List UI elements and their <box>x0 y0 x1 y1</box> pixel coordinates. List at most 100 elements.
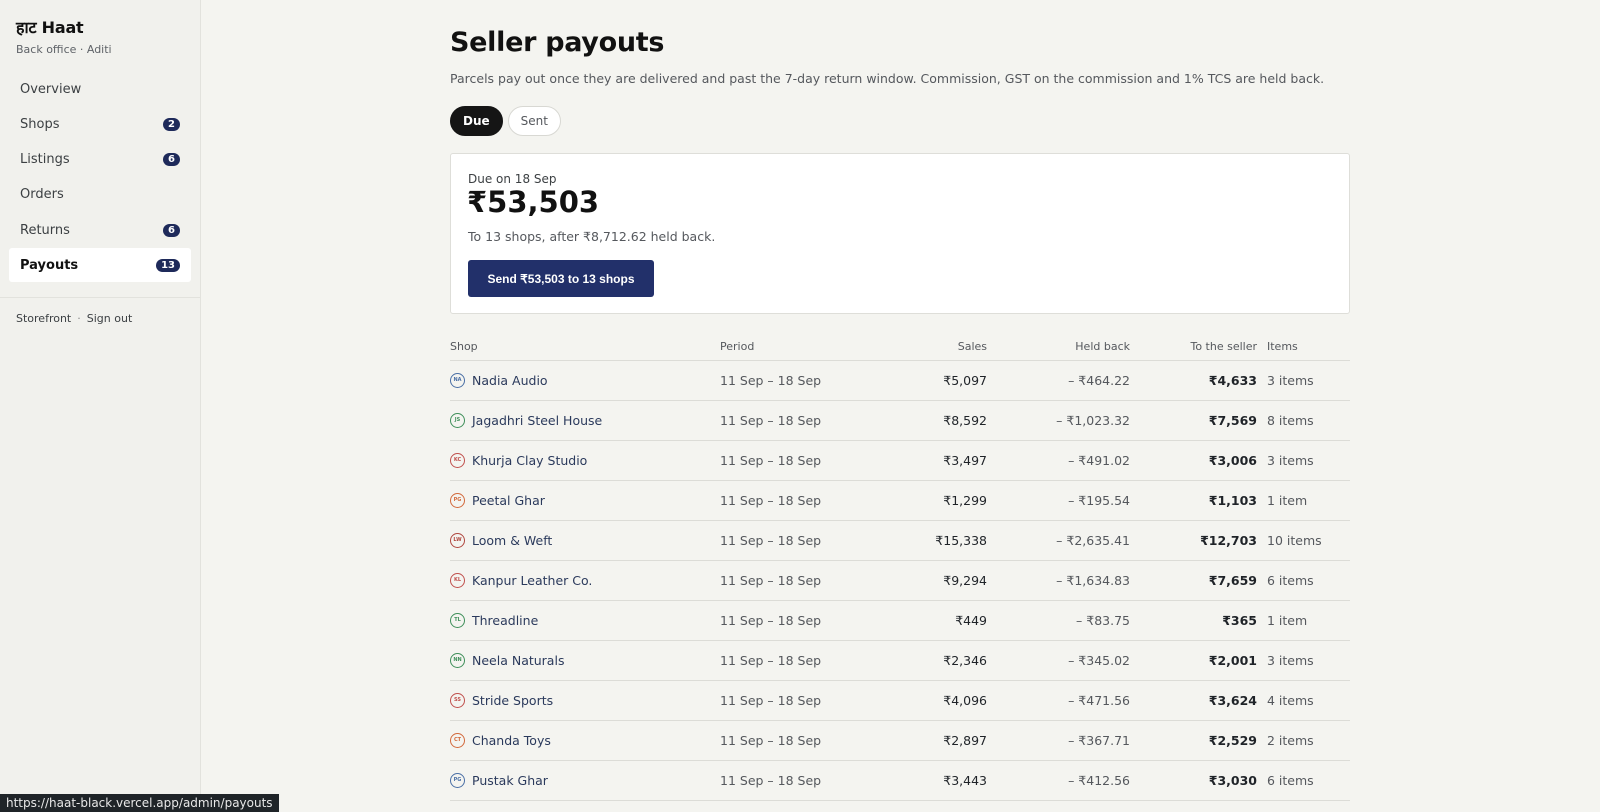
period-cell: 11 Sep – 18 Sep <box>720 413 822 428</box>
due-amount: ₹53,503 <box>467 185 600 219</box>
shop-name-link[interactable]: Chanda Toys <box>472 733 551 748</box>
shop-cell: JS Jagadhri Steel House <box>450 413 602 428</box>
table-row[interactable]: CT Chanda Toys 11 Sep – 18 Sep ₹2,897 – ₹367… <box>450 721 1350 761</box>
sales-cell: ₹3,497 <box>943 453 987 468</box>
sidebar-item-label: Returns <box>20 222 70 238</box>
table-row[interactable]: LW Loom & Weft 11 Sep – 18 Sep ₹15,338 – ₹2,… <box>450 521 1350 561</box>
sales-cell: ₹5,097 <box>943 373 987 388</box>
sidebar-item-listings[interactable]: Listings 6 <box>9 143 191 177</box>
separator: · <box>77 312 81 325</box>
page-description: Parcels pay out once they are delivered … <box>450 71 1325 86</box>
sidebar-item-overview[interactable]: Overview <box>9 72 191 106</box>
brand[interactable]: हाट Haat Back office · Aditi <box>16 16 112 56</box>
period-cell: 11 Sep – 18 Sep <box>720 453 822 468</box>
shop-name-link[interactable]: Neela Naturals <box>472 653 564 668</box>
table-row[interactable]: NA Nadia Audio 11 Sep – 18 Sep ₹5,097 – ₹464… <box>450 361 1350 401</box>
column-header-to-seller: To the seller <box>1190 340 1257 353</box>
shop-avatar-icon: SS <box>450 693 465 708</box>
sidebar-item-label: Payouts <box>20 257 79 273</box>
column-header-sales: Sales <box>957 340 987 353</box>
table-row[interactable]: SS Stride Sports 11 Sep – 18 Sep ₹4,096 – ₹4… <box>450 681 1350 721</box>
sidebar-item-payouts[interactable]: Payouts 13 <box>9 248 191 283</box>
count-badge: 6 <box>163 223 180 237</box>
shop-name-link[interactable]: Jagadhri Steel House <box>472 413 602 428</box>
shop-name-link[interactable]: Khurja Clay Studio <box>472 453 587 468</box>
table-row[interactable]: JS Jagadhri Steel House 11 Sep – 18 Sep ₹8,… <box>450 401 1350 441</box>
sales-cell: ₹4,096 <box>943 693 987 708</box>
shop-cell: NN Neela Naturals <box>450 653 564 668</box>
period-cell: 11 Sep – 18 Sep <box>720 573 822 588</box>
sales-cell: ₹2,346 <box>943 653 987 668</box>
period-cell: 11 Sep – 18 Sep <box>720 693 822 708</box>
sign-out-link[interactable]: Sign out <box>87 312 133 325</box>
period-cell: 11 Sep – 18 Sep <box>720 773 822 788</box>
held-back-cell: – ₹412.56 <box>1068 773 1130 788</box>
items-cell: 2 items <box>1267 733 1314 748</box>
shop-name-link[interactable]: Peetal Ghar <box>472 493 545 508</box>
tab-due[interactable]: Due <box>450 106 503 136</box>
tab-sent[interactable]: Sent <box>507 106 561 136</box>
held-back-cell: – ₹83.75 <box>1076 613 1130 628</box>
sidebar: हाट Haat Back office · Aditi Overview Sh… <box>0 0 201 812</box>
shop-name-link[interactable]: Kanpur Leather Co. <box>472 573 592 588</box>
sales-cell: ₹9,294 <box>943 573 987 588</box>
held-back-cell: – ₹2,635.41 <box>1056 533 1130 548</box>
to-seller-cell: ₹3,030 <box>1208 773 1257 788</box>
shop-avatar-icon: PG <box>450 493 465 508</box>
table-row[interactable]: PG Peetal Ghar 11 Sep – 18 Sep ₹1,299 – ₹195… <box>450 481 1350 521</box>
to-seller-cell: ₹2,001 <box>1208 653 1257 668</box>
period-cell: 11 Sep – 18 Sep <box>720 733 822 748</box>
due-summary-card: Due on 18 Sep ₹53,503 To 13 shops, after… <box>450 153 1350 314</box>
to-seller-cell: ₹7,659 <box>1208 573 1257 588</box>
held-back-cell: – ₹464.22 <box>1068 373 1130 388</box>
due-date-label: Due on 18 Sep <box>468 172 557 186</box>
held-back-cell: – ₹345.02 <box>1068 653 1130 668</box>
shop-name-link[interactable]: Loom & Weft <box>472 533 552 548</box>
sales-cell: ₹1,299 <box>943 493 987 508</box>
count-badge: 2 <box>163 117 180 131</box>
shop-avatar-icon: CT <box>450 733 465 748</box>
sidebar-nav: Overview Shops 2 Listings 6 Orders Retur… <box>9 72 191 284</box>
sidebar-item-label: Listings <box>20 152 70 168</box>
to-seller-cell: ₹3,624 <box>1208 693 1257 708</box>
table-body: NA Nadia Audio 11 Sep – 18 Sep ₹5,097 – ₹464… <box>450 361 1350 801</box>
sales-cell: ₹8,592 <box>943 413 987 428</box>
shop-name-link[interactable]: Pustak Ghar <box>472 773 548 788</box>
held-back-cell: – ₹195.54 <box>1068 493 1130 508</box>
brand-logo[interactable]: हाट Haat <box>16 16 112 38</box>
sales-cell: ₹3,443 <box>943 773 987 788</box>
shop-cell: NA Nadia Audio <box>450 373 548 388</box>
items-cell: 3 items <box>1267 653 1314 668</box>
sidebar-item-returns[interactable]: Returns 6 <box>9 213 191 247</box>
storefront-link[interactable]: Storefront <box>16 312 71 325</box>
sidebar-item-orders[interactable]: Orders <box>9 178 191 212</box>
shop-avatar-icon: TL <box>450 613 465 628</box>
shop-name-link[interactable]: Threadline <box>472 613 538 628</box>
table-row[interactable]: TL Threadline 11 Sep – 18 Sep ₹449 – ₹83.75 ₹… <box>450 601 1350 641</box>
send-payouts-button[interactable]: Send ₹53,503 to 13 shops <box>468 260 654 297</box>
table-row[interactable]: KC Khurja Clay Studio 11 Sep – 18 Sep ₹3,49… <box>450 441 1350 481</box>
items-cell: 3 items <box>1267 453 1314 468</box>
shop-cell: PG Pustak Ghar <box>450 773 548 788</box>
items-cell: 8 items <box>1267 413 1314 428</box>
shop-avatar-icon: LW <box>450 533 465 548</box>
items-cell: 10 items <box>1267 533 1322 548</box>
shop-avatar-icon: JS <box>450 413 465 428</box>
shop-name-link[interactable]: Stride Sports <box>472 693 553 708</box>
shop-avatar-icon: NA <box>450 373 465 388</box>
page-title: Seller payouts <box>450 27 665 58</box>
payout-tabs: Due Sent <box>450 106 561 136</box>
held-back-cell: – ₹471.56 <box>1068 693 1130 708</box>
shop-name-link[interactable]: Nadia Audio <box>472 373 548 388</box>
to-seller-cell: ₹365 <box>1222 613 1257 628</box>
sidebar-item-shops[interactable]: Shops 2 <box>9 107 191 141</box>
sidebar-divider <box>0 297 200 298</box>
items-cell: 4 items <box>1267 693 1314 708</box>
sidebar-footer: Storefront · Sign out <box>16 312 132 325</box>
table-row[interactable]: KL Kanpur Leather Co. 11 Sep – 18 Sep ₹9,29… <box>450 561 1350 601</box>
items-cell: 6 items <box>1267 573 1314 588</box>
table-row[interactable]: NN Neela Naturals 11 Sep – 18 Sep ₹2,346 – ₹… <box>450 641 1350 681</box>
table-row[interactable]: PG Pustak Ghar 11 Sep – 18 Sep ₹3,443 – ₹412… <box>450 761 1350 801</box>
column-header-held-back: Held back <box>1075 340 1130 353</box>
shop-cell: CT Chanda Toys <box>450 733 551 748</box>
